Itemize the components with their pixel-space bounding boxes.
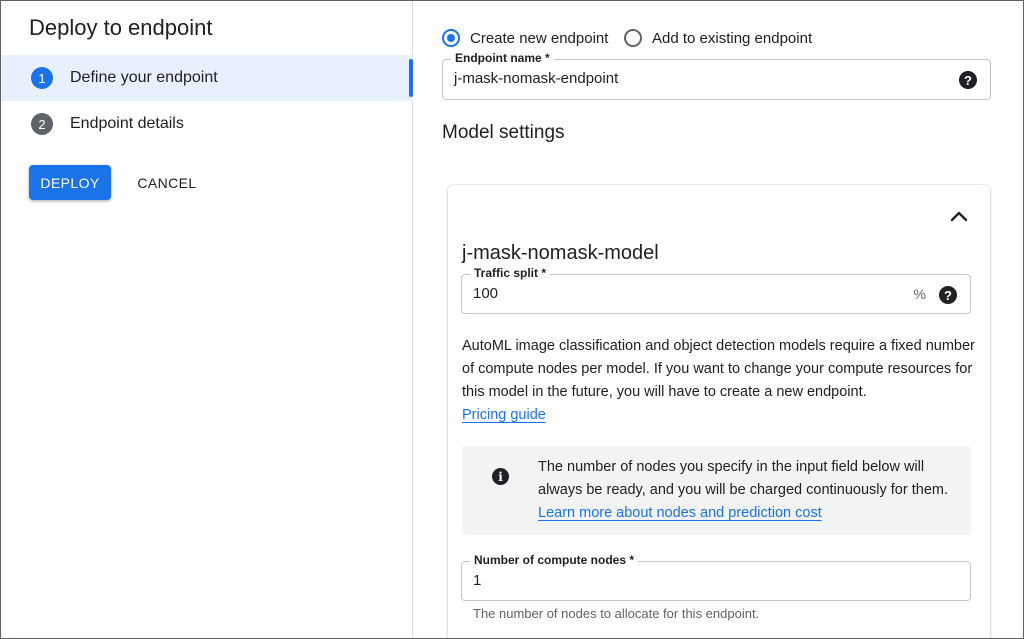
info-banner-text: The number of nodes you specify in the i… <box>538 456 958 525</box>
compute-nodes-value[interactable]: 1 <box>473 572 481 589</box>
help-icon[interactable]: ? <box>959 71 977 89</box>
compute-nodes-label: Number of compute nodes * <box>470 553 639 567</box>
info-text: The number of nodes you specify in the i… <box>538 459 948 498</box>
step-number-badge: 1 <box>31 67 53 89</box>
active-step-indicator <box>409 59 413 97</box>
info-icon: i <box>492 468 509 485</box>
info-banner: i The number of nodes you specify in the… <box>462 446 971 535</box>
step-number-badge: 2 <box>31 113 53 135</box>
traffic-split-label: Traffic split * <box>470 266 551 280</box>
deploy-dialog: Deploy to endpoint 1 Define your endpoin… <box>0 0 1024 639</box>
help-icon[interactable]: ? <box>939 286 957 304</box>
step-define-endpoint[interactable]: 1 Define your endpoint <box>1 55 413 101</box>
model-description: AutoML image classification and object d… <box>462 335 982 427</box>
form-panel: Create new endpoint Add to existing endp… <box>414 1 1023 638</box>
chevron-up-icon[interactable] <box>950 207 968 225</box>
endpoint-name-field[interactable]: Endpoint name * j-mask-nomask-endpoint ? <box>442 51 991 100</box>
stepper-panel: Deploy to endpoint 1 Define your endpoin… <box>1 1 413 638</box>
model-settings-card: j-mask-nomask-model Traffic split * 100 … <box>448 185 990 638</box>
step-label: Endpoint details <box>70 115 184 132</box>
description-text: AutoML image classification and object d… <box>462 338 975 400</box>
step-endpoint-details[interactable]: 2 Endpoint details <box>1 101 413 147</box>
radio-button[interactable] <box>624 29 642 47</box>
radio-button-selected[interactable] <box>442 29 460 47</box>
compute-nodes-hint: The number of nodes to allocate for this… <box>473 606 760 621</box>
endpoint-name-label: Endpoint name * <box>451 51 554 65</box>
radio-add-existing-endpoint[interactable]: Add to existing endpoint <box>624 29 812 47</box>
percent-unit: % <box>913 286 926 302</box>
model-settings-heading: Model settings <box>442 122 565 143</box>
panel-title: Deploy to endpoint <box>29 15 213 40</box>
compute-nodes-field[interactable]: Number of compute nodes * 1 <box>461 553 971 601</box>
learn-more-nodes-link[interactable]: Learn more about nodes and prediction co… <box>538 505 822 521</box>
traffic-split-field[interactable]: Traffic split * 100 % ? <box>461 266 971 314</box>
cancel-button[interactable]: CANCEL <box>125 165 209 200</box>
radio-create-new-endpoint[interactable]: Create new endpoint <box>442 29 608 47</box>
radio-label: Create new endpoint <box>470 29 609 47</box>
model-name: j-mask-nomask-model <box>462 242 659 264</box>
deploy-button[interactable]: DEPLOY <box>29 165 111 200</box>
traffic-split-value[interactable]: 100 <box>473 285 498 302</box>
radio-label: Add to existing endpoint <box>652 29 813 47</box>
endpoint-name-value[interactable]: j-mask-nomask-endpoint <box>454 70 618 87</box>
pricing-guide-link[interactable]: Pricing guide <box>462 407 546 423</box>
step-label: Define your endpoint <box>70 69 218 86</box>
